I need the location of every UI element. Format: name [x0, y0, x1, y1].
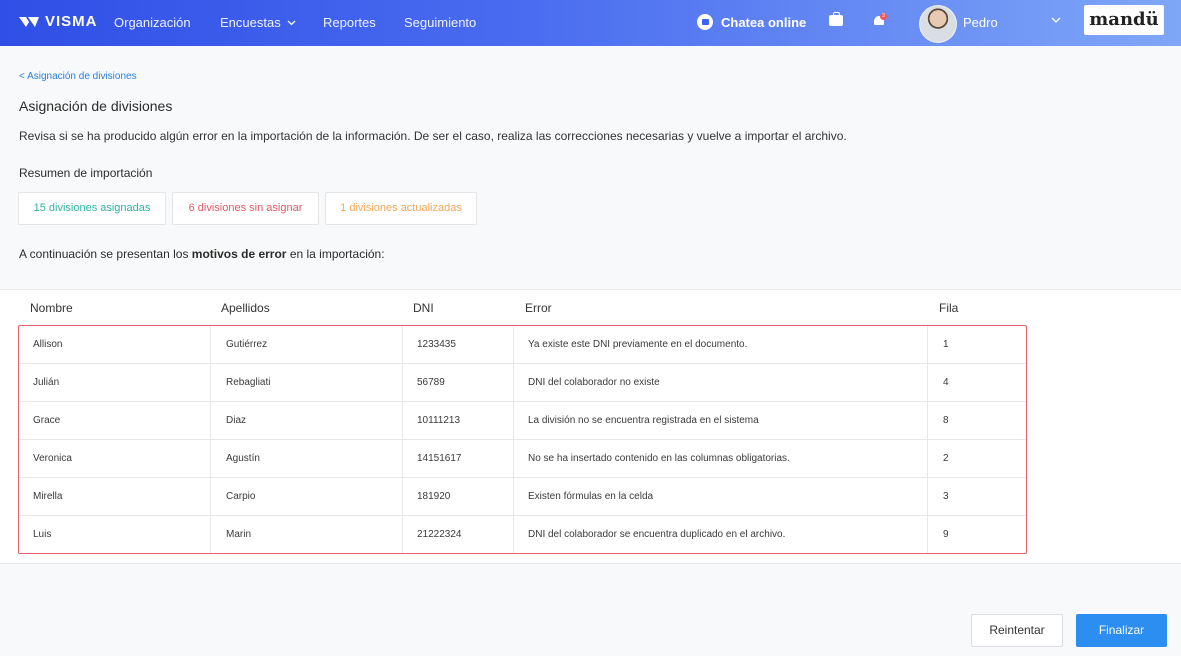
cell-apellidos: Carpio: [211, 478, 403, 515]
finish-button[interactable]: Finalizar: [1076, 614, 1167, 647]
errors-panel: Nombre Apellidos DNI Error Fila Allison …: [0, 289, 1181, 564]
updated-count-badge: 1 divisiones actualizadas: [325, 192, 477, 225]
cell-dni: 1233435: [403, 326, 514, 363]
cell-dni: 21222324: [403, 516, 514, 553]
nav-reportes[interactable]: Reportes: [323, 0, 376, 46]
cell-apellidos: Agustín: [211, 440, 403, 477]
visma-logo[interactable]: VISMA: [18, 13, 98, 30]
cell-apellidos: Gutiérrez: [211, 326, 403, 363]
table-row: Allison Gutiérrez 1233435 Ya existe este…: [19, 326, 1026, 364]
table-row: Veronica Agustín 14151617 No se ha inser…: [19, 440, 1026, 478]
column-header-error: Error: [525, 301, 552, 315]
avatar[interactable]: [919, 5, 957, 43]
error-intro-text: A continuación se presentan los motivos …: [19, 247, 385, 261]
cell-fila: 2: [943, 453, 949, 464]
chat-icon: [697, 14, 713, 30]
nav-seguimiento[interactable]: Seguimiento: [404, 0, 476, 46]
column-header-dni: DNI: [413, 301, 434, 315]
cell-fila: 9: [943, 529, 949, 540]
notification-badge: 3: [880, 13, 887, 20]
chat-online-button[interactable]: Chatea online: [697, 14, 806, 30]
chevron-down-icon: [287, 20, 296, 26]
cell-error: No se ha insertado contenido en las colu…: [514, 440, 928, 477]
errors-table: Allison Gutiérrez 1233435 Ya existe este…: [18, 325, 1027, 554]
cell-nombre: Veronica: [19, 440, 211, 477]
breadcrumb[interactable]: < Asignación de divisiones: [19, 71, 137, 82]
cell-nombre: Allison: [19, 326, 211, 363]
cell-fila: 4: [943, 377, 949, 388]
nav-encuestas[interactable]: Encuestas: [220, 0, 296, 46]
cell-error: La división no se encuentra registrada e…: [514, 402, 928, 439]
cell-nombre: Julián: [19, 364, 211, 401]
cell-dni: 14151617: [403, 440, 514, 477]
table-row: Luis Marin 21222324 DNI del colaborador …: [19, 516, 1026, 553]
cell-dni: 10111213: [403, 402, 514, 439]
table-row: Mirella Carpio 181920 Existen fórmulas e…: [19, 478, 1026, 516]
cell-apellidos: Rebagliati: [211, 364, 403, 401]
page-description: Revisa si se ha producido algún error en…: [19, 129, 847, 143]
column-header-fila: Fila: [939, 301, 959, 315]
cell-dni: 56789: [403, 364, 514, 401]
chat-label: Chatea online: [721, 14, 807, 30]
table-row: Julián Rebagliati 56789 DNI del colabora…: [19, 364, 1026, 402]
retry-button[interactable]: Reintentar: [971, 614, 1063, 647]
mandu-logo: mandü: [1084, 5, 1164, 35]
cell-nombre: Luis: [19, 516, 211, 553]
column-header-nombre: Nombre: [30, 301, 73, 315]
cell-error: DNI del colaborador no existe: [514, 364, 928, 401]
cell-fila: 3: [943, 491, 949, 502]
cell-apellidos: Diaz: [211, 402, 403, 439]
top-navigation-bar: VISMA Organización Encuestas Reportes Se…: [0, 0, 1181, 46]
cell-error: DNI del colaborador se encuentra duplica…: [514, 516, 928, 553]
visma-mark-icon: [19, 16, 39, 27]
nav-encuestas-label: Encuestas: [220, 15, 281, 30]
page-title: Asignación de divisiones: [19, 98, 173, 114]
unassigned-count-badge: 6 divisiones sin asignar: [172, 192, 319, 225]
cell-dni: 181920: [403, 478, 514, 515]
chevron-down-icon[interactable]: [1051, 17, 1061, 24]
briefcase-icon[interactable]: [829, 12, 843, 26]
cell-error: Existen fórmulas en la celda: [514, 478, 928, 515]
cell-error: Ya existe este DNI previamente en el doc…: [514, 326, 928, 363]
cell-fila: 8: [943, 415, 949, 426]
error-intro-bold: motivos de error: [191, 247, 287, 261]
summary-title: Resumen de importación: [19, 166, 153, 180]
nav-organizacion[interactable]: Organización: [114, 0, 191, 46]
brand-text: VISMA: [45, 13, 98, 30]
cell-nombre: Mirella: [19, 478, 211, 515]
cell-nombre: Grace: [19, 402, 211, 439]
column-header-apellidos: Apellidos: [221, 301, 270, 315]
cell-apellidos: Marin: [211, 516, 403, 553]
assigned-count-badge: 15 divisiones asignadas: [18, 192, 166, 225]
table-row: Grace Diaz 10111213 La división no se en…: [19, 402, 1026, 440]
notification-bell-icon[interactable]: 3: [873, 13, 887, 28]
user-name[interactable]: Pedro: [963, 0, 998, 46]
cell-fila: 1: [943, 339, 949, 350]
